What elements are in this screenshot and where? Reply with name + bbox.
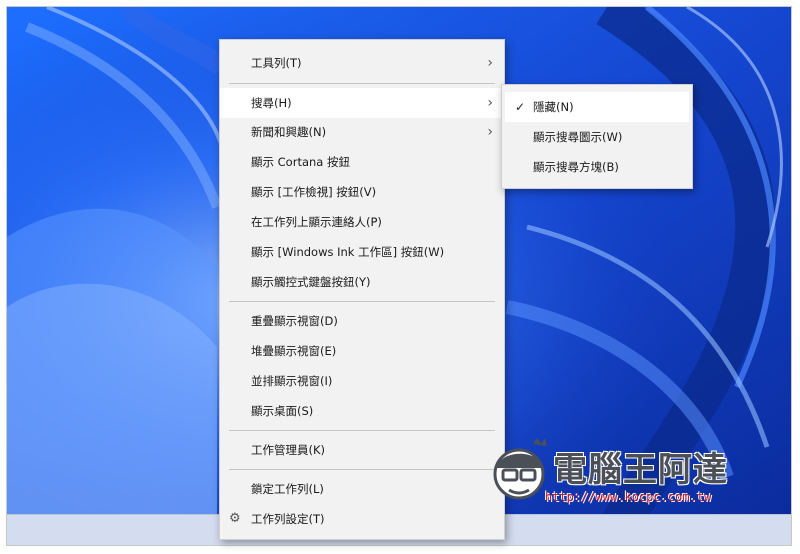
chevron-right-icon: › <box>487 95 493 111</box>
menu-item-label: 工作列設定(T) <box>251 512 325 526</box>
menu-item-label: 顯示觸控式鍵盤按鈕(Y) <box>251 275 371 289</box>
menu-item-label: 堆疊顯示視窗(E) <box>251 344 337 358</box>
menu-item-show-task-view[interactable]: 顯示 [工作檢視] 按鈕(V) <box>220 177 504 207</box>
menu-item-label: 工具列(T) <box>251 56 302 70</box>
menu-item-show-touch-keyboard[interactable]: 顯示觸控式鍵盤按鈕(Y) <box>220 267 504 297</box>
menu-item-label: 重疊顯示視窗(D) <box>251 314 338 328</box>
chevron-right-icon: › <box>487 55 493 71</box>
submenu-item-label: 隱藏(N) <box>533 100 574 114</box>
chevron-right-icon: › <box>487 124 493 140</box>
menu-item-label: 在工作列上顯示連絡人(P) <box>251 215 382 229</box>
menu-separator <box>229 469 495 470</box>
menu-item-search[interactable]: 搜尋(H) › <box>220 88 504 118</box>
menu-item-label: 新聞和興趣(N) <box>251 125 327 139</box>
menu-item-show-windows-ink[interactable]: 顯示 [Windows Ink 工作區] 按鈕(W) <box>220 237 504 267</box>
watermark: 電腦王阿達 http://www.kocpc.com.tw <box>485 438 755 510</box>
menu-item-taskbar-settings[interactable]: ⚙ 工作列設定(T) <box>220 504 504 534</box>
menu-separator <box>229 430 495 431</box>
menu-item-label: 搜尋(H) <box>251 96 292 110</box>
submenu-item-hidden[interactable]: ✓ 隱藏(N) <box>505 92 689 122</box>
search-submenu: ✓ 隱藏(N) 顯示搜尋圖示(W) 顯示搜尋方塊(B) <box>501 84 693 189</box>
menu-separator <box>229 301 495 302</box>
menu-item-label: 顯示桌面(S) <box>251 404 314 418</box>
submenu-item-show-search-box[interactable]: 顯示搜尋方塊(B) <box>502 152 692 182</box>
menu-item-label: 工作管理員(K) <box>251 443 326 457</box>
menu-item-label: 並排顯示視窗(I) <box>251 374 333 388</box>
submenu-item-label: 顯示搜尋圖示(W) <box>533 130 623 144</box>
menu-item-stack-windows[interactable]: 堆疊顯示視窗(E) <box>220 336 504 366</box>
menu-item-label: 鎖定工作列(L) <box>251 482 324 496</box>
submenu-item-show-search-icon[interactable]: 顯示搜尋圖示(W) <box>502 122 692 152</box>
taskbar-context-menu: 工具列(T) › 搜尋(H) › 新聞和興趣(N) › 顯示 Cortana 按… <box>219 39 505 540</box>
menu-item-show-cortana[interactable]: 顯示 Cortana 按鈕 <box>220 147 504 177</box>
gear-icon: ⚙ <box>229 511 241 526</box>
menu-separator <box>229 83 495 84</box>
watermark-url: http://www.kocpc.com.tw <box>545 490 712 504</box>
menu-item-cascade-windows[interactable]: 重疊顯示視窗(D) <box>220 306 504 336</box>
menu-item-label: 顯示 Cortana 按鈕 <box>251 155 350 169</box>
menu-item-label: 顯示 [工作檢視] 按鈕(V) <box>251 185 377 199</box>
menu-item-label: 顯示 [Windows Ink 工作區] 按鈕(W) <box>251 245 445 259</box>
menu-item-show-desktop[interactable]: 顯示桌面(S) <box>220 396 504 426</box>
menu-item-task-manager[interactable]: 工作管理員(K) <box>220 435 504 465</box>
menu-item-lock-taskbar[interactable]: 鎖定工作列(L) <box>220 474 504 504</box>
menu-item-side-by-side[interactable]: 並排顯示視窗(I) <box>220 366 504 396</box>
menu-item-toolbars[interactable]: 工具列(T) › <box>220 48 504 78</box>
submenu-item-label: 顯示搜尋方塊(B) <box>533 160 619 174</box>
menu-item-news-interests[interactable]: 新聞和興趣(N) › <box>220 117 504 147</box>
checkmark-icon: ✓ <box>515 100 526 114</box>
menu-item-show-people[interactable]: 在工作列上顯示連絡人(P) <box>220 207 504 237</box>
watermark-title: 電腦王阿達 <box>553 450 728 490</box>
